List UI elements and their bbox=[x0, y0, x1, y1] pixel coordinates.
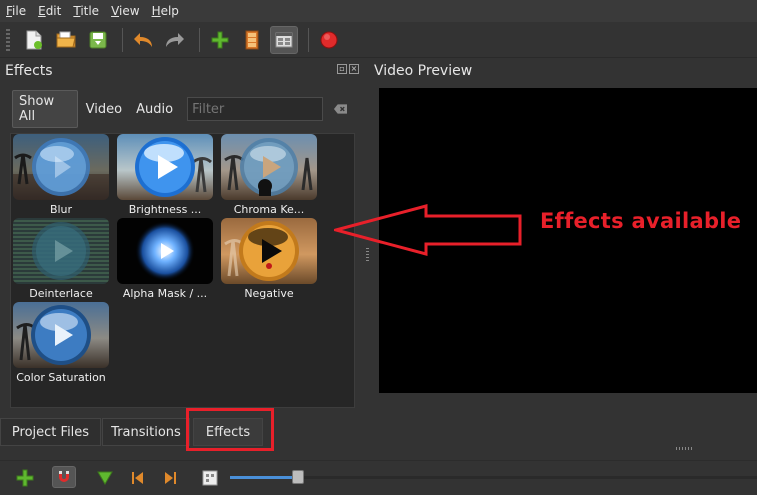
effect-thumbnail bbox=[13, 302, 109, 368]
redo-button[interactable] bbox=[161, 26, 189, 54]
chroma-key-thumbnail-icon bbox=[224, 138, 313, 196]
main-toolbar bbox=[0, 22, 757, 58]
import-files-button[interactable] bbox=[206, 26, 234, 54]
annotation-arrow bbox=[334, 204, 522, 256]
save-project-icon bbox=[89, 31, 107, 48]
toolbar-separator bbox=[199, 27, 200, 52]
zoom-button[interactable] bbox=[200, 468, 220, 488]
audio-filter-button[interactable]: Audio bbox=[130, 99, 179, 120]
menu-title[interactable]: Title bbox=[73, 4, 99, 18]
effects-grid: Blur Brightness ... Chroma Ke... Deinter… bbox=[10, 133, 355, 408]
effect-thumbnail bbox=[221, 134, 317, 200]
effect-label: Color Saturation bbox=[16, 371, 106, 384]
import-files-icon bbox=[211, 31, 229, 48]
next-marker-button[interactable] bbox=[160, 468, 180, 488]
snapping-button[interactable] bbox=[52, 466, 76, 488]
open-project-button[interactable] bbox=[52, 26, 80, 54]
panel-controls: ▫ × bbox=[337, 64, 359, 74]
color-saturation-thumbnail-icon bbox=[16, 305, 91, 365]
save-project-button[interactable] bbox=[84, 26, 112, 54]
show-all-button[interactable]: Show All bbox=[12, 90, 78, 128]
tab-project-files[interactable]: Project Files bbox=[0, 418, 101, 446]
new-project-icon bbox=[26, 30, 42, 49]
effect-thumbnail bbox=[13, 134, 109, 200]
zoom-icon bbox=[202, 470, 218, 486]
blur-thumbnail-icon bbox=[13, 138, 109, 200]
effect-thumbnail bbox=[117, 134, 213, 200]
effect-thumbnail bbox=[117, 218, 213, 284]
zoom-slider-handle[interactable] bbox=[292, 470, 304, 484]
marker-icon bbox=[97, 471, 113, 485]
profile-icon bbox=[245, 30, 259, 49]
float-panel-icon[interactable]: ▫ bbox=[337, 64, 347, 74]
effect-thumbnail bbox=[221, 218, 317, 284]
menu-bar: File Edit Title View Help bbox=[0, 0, 757, 22]
annotation-text: Effects available bbox=[540, 209, 742, 233]
profile-button[interactable] bbox=[238, 26, 266, 54]
previous-marker-button[interactable] bbox=[128, 468, 148, 488]
effect-item[interactable]: Alpha Mask / ... bbox=[115, 218, 215, 302]
effect-label: Negative bbox=[244, 287, 294, 300]
effect-label: Deinterlace bbox=[29, 287, 93, 300]
effect-label: Blur bbox=[49, 203, 73, 216]
effect-item[interactable]: Chroma Ke... bbox=[219, 134, 319, 218]
effect-item[interactable]: Negative bbox=[219, 218, 319, 302]
clear-filter-icon[interactable] bbox=[333, 103, 348, 115]
undo-icon bbox=[134, 32, 152, 47]
toolbar-separator bbox=[308, 27, 309, 52]
redo-icon bbox=[166, 32, 184, 47]
menu-view[interactable]: View bbox=[111, 4, 139, 18]
effect-item[interactable]: Blur bbox=[11, 134, 111, 218]
tab-transitions[interactable]: Transitions bbox=[102, 418, 190, 446]
menu-edit[interactable]: Edit bbox=[38, 4, 61, 18]
app-window: File Edit Title View Help Effects ▫ × Sh… bbox=[0, 0, 757, 495]
brightness-thumbnail-icon bbox=[135, 137, 212, 197]
effect-item[interactable]: Deinterlace bbox=[11, 218, 111, 302]
add-track-icon bbox=[16, 469, 34, 487]
open-project-icon bbox=[56, 31, 76, 47]
fullscreen-icon bbox=[275, 32, 293, 47]
effects-panel: Effects ▫ × Show All Video Audio Filter … bbox=[0, 58, 366, 413]
negative-thumbnail-icon bbox=[224, 221, 299, 281]
add-marker-button[interactable] bbox=[95, 468, 115, 488]
zoom-slider-fill bbox=[230, 476, 294, 479]
undo-button[interactable] bbox=[129, 26, 157, 54]
zoom-slider-track[interactable] bbox=[300, 476, 757, 479]
previous-marker-icon bbox=[132, 472, 143, 484]
export-video-icon bbox=[320, 31, 338, 48]
effects-filter-bar: Show All Video Audio bbox=[12, 90, 348, 128]
effects-panel-title: Effects bbox=[5, 63, 53, 79]
effect-label: Alpha Mask / ... bbox=[122, 287, 208, 300]
fullscreen-button[interactable] bbox=[270, 25, 298, 54]
export-video-button[interactable] bbox=[315, 26, 343, 54]
effect-label: Brightness ... bbox=[128, 203, 202, 216]
deinterlace-thumbnail-icon bbox=[32, 222, 90, 280]
video-filter-button[interactable]: Video bbox=[80, 99, 128, 120]
panel-tabs: Project Files Transitions Effects bbox=[0, 418, 366, 448]
alpha-mask-thumbnail-icon bbox=[135, 221, 195, 281]
splitter-dots[interactable] bbox=[676, 447, 694, 450]
filter-input[interactable] bbox=[187, 97, 324, 121]
effect-item[interactable]: Color Saturation bbox=[11, 302, 111, 386]
menu-help[interactable]: Help bbox=[152, 4, 179, 18]
add-track-button[interactable] bbox=[15, 468, 35, 488]
video-preview-title: Video Preview bbox=[374, 63, 473, 79]
effect-label: Chroma Ke... bbox=[233, 203, 305, 216]
effect-item[interactable]: Brightness ... bbox=[115, 134, 215, 218]
annotation-highlight-box bbox=[186, 408, 274, 451]
next-marker-icon bbox=[165, 472, 176, 484]
magnet-icon bbox=[59, 471, 69, 482]
menu-file[interactable]: File bbox=[6, 4, 26, 18]
close-panel-icon[interactable]: × bbox=[349, 64, 359, 74]
toolbar-separator bbox=[122, 27, 123, 52]
new-project-button[interactable] bbox=[20, 26, 48, 54]
effect-thumbnail bbox=[13, 218, 109, 284]
toolbar-grip[interactable] bbox=[6, 28, 10, 51]
